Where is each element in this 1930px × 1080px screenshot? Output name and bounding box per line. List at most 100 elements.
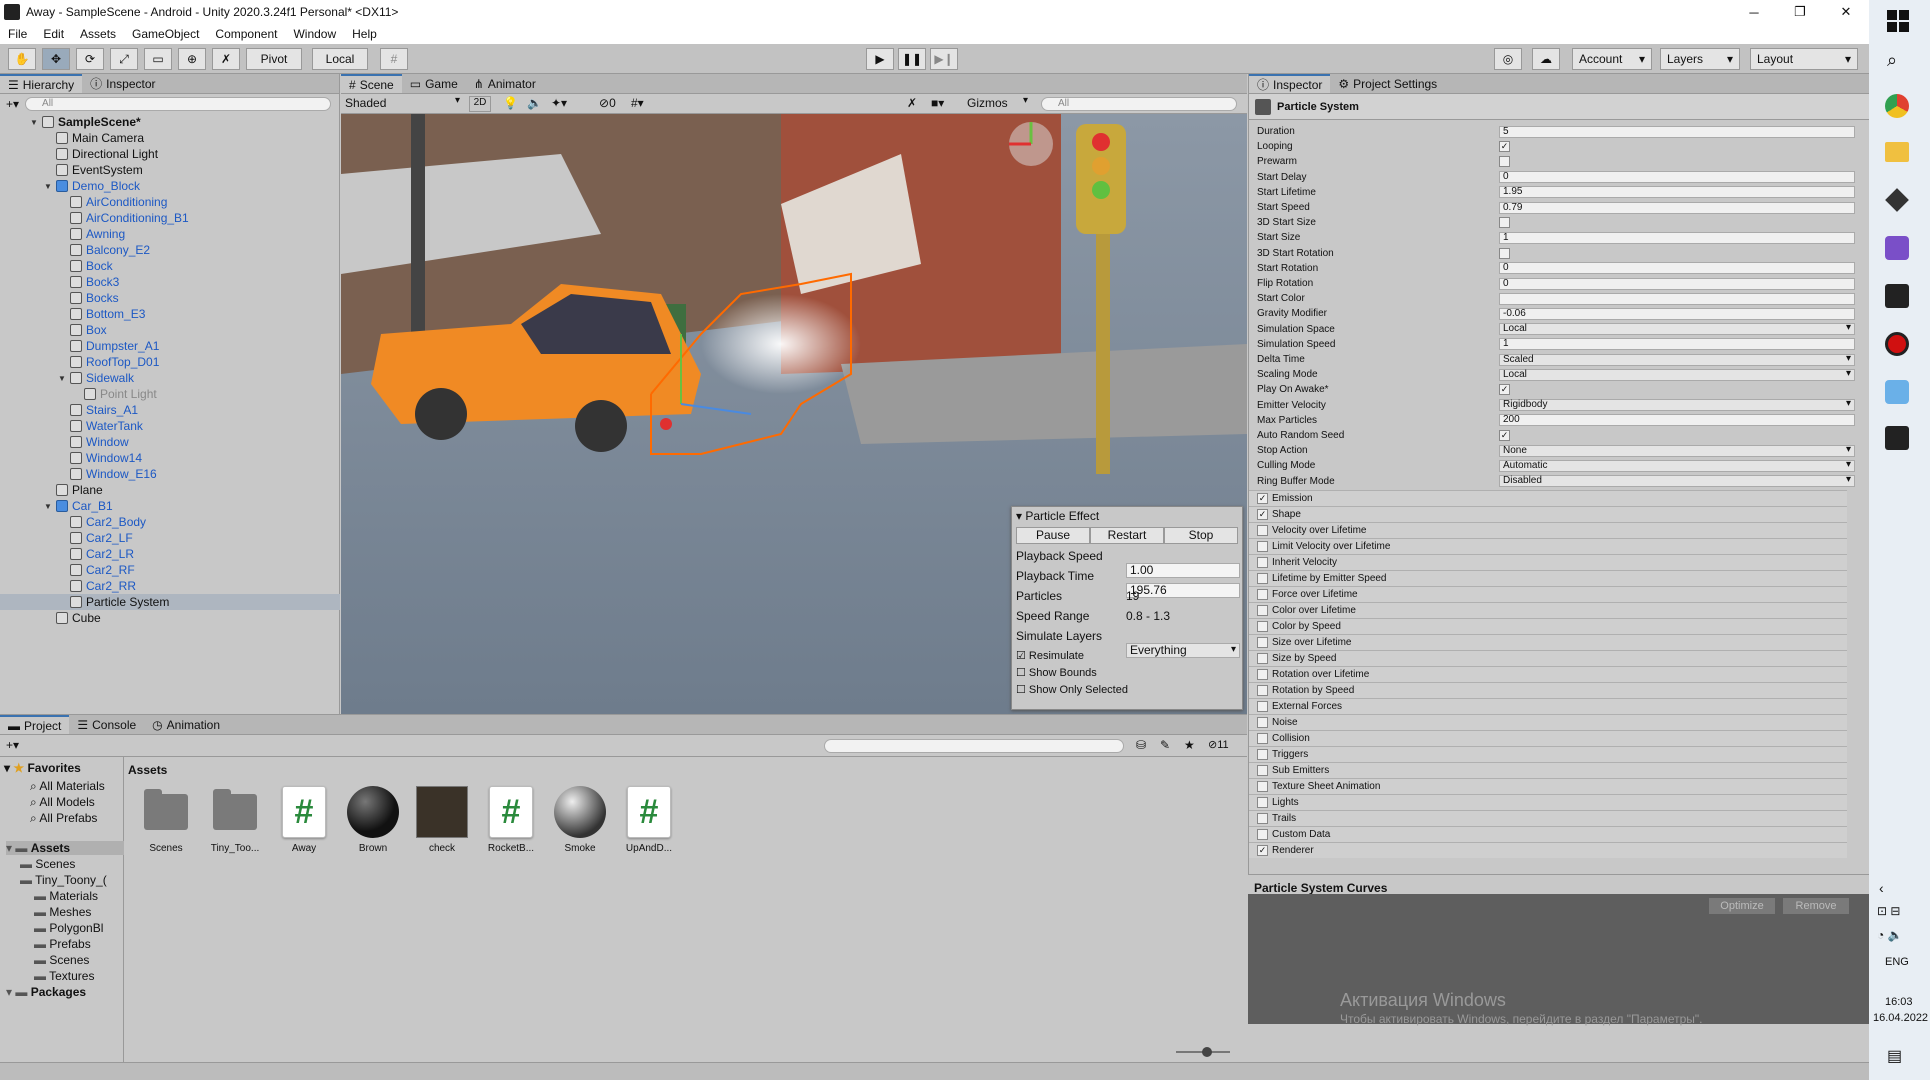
- tab-inspector[interactable]: ⓘ Inspector: [1249, 74, 1331, 93]
- hierarchy-item[interactable]: ▼ Demo_Block: [0, 178, 340, 194]
- module-row[interactable]: Color by Speed: [1249, 618, 1847, 634]
- inspector-checkbox[interactable]: [1499, 217, 1510, 229]
- gizmos-dropdown[interactable]: Gizmos: [967, 95, 1031, 112]
- grid-snap-button[interactable]: #: [380, 48, 408, 70]
- hierarchy-item[interactable]: Box: [0, 322, 340, 338]
- module-checkbox[interactable]: [1257, 541, 1268, 552]
- chrome-icon[interactable]: [1885, 94, 1909, 118]
- hierarchy-item[interactable]: Awning: [0, 226, 340, 242]
- inspector-dropdown[interactable]: Automatic: [1499, 459, 1855, 472]
- hierarchy-item[interactable]: AirConditioning_B1: [0, 210, 340, 226]
- remove-button[interactable]: Remove: [1783, 898, 1849, 914]
- asset-item[interactable]: Scenes: [134, 785, 198, 854]
- module-checkbox[interactable]: [1257, 797, 1268, 808]
- hierarchy-item[interactable]: Plane: [0, 482, 340, 498]
- expand-arrow-icon[interactable]: ▼: [30, 118, 40, 127]
- asset-item[interactable]: Smoke: [548, 785, 612, 854]
- project-folder-item[interactable]: ▬ Meshes: [34, 905, 124, 919]
- step-button[interactable]: ▶❙: [930, 48, 958, 70]
- hierarchy-item[interactable]: Bock3: [0, 274, 340, 290]
- module-checkbox[interactable]: [1257, 669, 1268, 680]
- pivot-toggle[interactable]: Pivot: [246, 48, 302, 70]
- zoom-slider[interactable]: [1176, 1047, 1230, 1057]
- tools-icon[interactable]: ✗: [907, 96, 917, 110]
- module-checkbox[interactable]: [1257, 717, 1268, 728]
- optimize-button[interactable]: Optimize: [1709, 898, 1775, 914]
- inspector-input[interactable]: -0.06: [1499, 307, 1855, 320]
- inspector-input[interactable]: 0: [1499, 277, 1855, 290]
- module-row[interactable]: Lifetime by Emitter Speed: [1249, 570, 1847, 586]
- file-explorer-icon[interactable]: [1885, 142, 1909, 162]
- minimize-button[interactable]: ─: [1731, 0, 1777, 24]
- hierarchy-item[interactable]: Car2_LF: [0, 530, 340, 546]
- hierarchy-item[interactable]: Car2_LR: [0, 546, 340, 562]
- inspector-dropdown[interactable]: Disabled: [1499, 475, 1855, 488]
- menu-window[interactable]: Window: [285, 27, 344, 41]
- 2d-toggle[interactable]: 2D: [469, 96, 491, 112]
- inspector-input[interactable]: 1: [1499, 338, 1855, 351]
- pe-restart-button[interactable]: Restart: [1090, 527, 1164, 544]
- inspector-dropdown[interactable]: Local: [1499, 368, 1855, 381]
- pe-stop-button[interactable]: Stop: [1164, 527, 1238, 544]
- menu-gameobject[interactable]: GameObject: [124, 27, 207, 41]
- play-button[interactable]: ▶: [866, 48, 894, 70]
- module-checkbox[interactable]: [1257, 621, 1268, 632]
- project-folder-item[interactable]: ▬ Prefabs: [34, 937, 124, 951]
- hierarchy-item[interactable]: Window_E16: [0, 466, 340, 482]
- module-row[interactable]: External Forces: [1249, 698, 1847, 714]
- layout-dropdown[interactable]: Layout ▾: [1750, 48, 1858, 70]
- project-folder-item[interactable]: ▾ ▬ Packages: [6, 985, 124, 999]
- module-row[interactable]: Inherit Velocity: [1249, 554, 1847, 570]
- module-checkbox[interactable]: [1257, 589, 1268, 600]
- clock-date[interactable]: 16.04.2022: [1873, 1012, 1928, 1024]
- inspector-input[interactable]: 200: [1499, 414, 1855, 427]
- rect-tool-button[interactable]: ▭: [144, 48, 172, 70]
- tab-animator[interactable]: ⋔ Animator: [465, 74, 544, 93]
- inspector-dropdown[interactable]: Rigidbody: [1499, 399, 1855, 412]
- module-checkbox[interactable]: [1257, 829, 1268, 840]
- module-checkbox[interactable]: [1257, 749, 1268, 760]
- project-folder-item[interactable]: ▾ ▬ Assets: [6, 841, 124, 855]
- inspector-checkbox[interactable]: ✓: [1499, 430, 1510, 441]
- add-icon[interactable]: +▾: [6, 738, 19, 752]
- favorite-item[interactable]: ⌕ All Models: [30, 795, 95, 810]
- expand-arrow-icon[interactable]: ▼: [44, 182, 54, 191]
- module-row[interactable]: Triggers: [1249, 746, 1847, 762]
- component-header[interactable]: Particle System: [1249, 94, 1869, 120]
- module-checkbox[interactable]: [1257, 813, 1268, 824]
- language-indicator[interactable]: ENG: [1885, 956, 1909, 968]
- transform-tool-button[interactable]: ⊕: [178, 48, 206, 70]
- hierarchy-item[interactable]: Window14: [0, 450, 340, 466]
- hierarchy-item[interactable]: Directional Light: [0, 146, 340, 162]
- filter-type-icon[interactable]: ⛁: [1136, 738, 1146, 752]
- menu-edit[interactable]: Edit: [35, 27, 72, 41]
- pe-show-only-selected-row[interactable]: ☐ Show Only Selected: [1016, 683, 1248, 699]
- module-checkbox[interactable]: [1257, 781, 1268, 792]
- tab-project[interactable]: ▬ Project: [0, 715, 70, 734]
- inspector-input[interactable]: 5: [1499, 125, 1855, 138]
- module-checkbox[interactable]: [1257, 573, 1268, 584]
- cloud-icon[interactable]: ☁: [1532, 48, 1560, 70]
- hierarchy-item[interactable]: ▼ Car_B1: [0, 498, 340, 514]
- module-row[interactable]: Noise: [1249, 714, 1847, 730]
- hierarchy-item[interactable]: Point Light: [0, 386, 340, 402]
- scene-search-input[interactable]: All: [1041, 97, 1237, 111]
- module-checkbox[interactable]: [1257, 701, 1268, 712]
- zoom-slider-handle[interactable]: [1202, 1047, 1212, 1057]
- asset-item[interactable]: Tiny_Too...: [203, 785, 267, 854]
- tab-console[interactable]: ☰ Console: [69, 715, 145, 734]
- hand-tool-button[interactable]: ✋: [8, 48, 36, 70]
- local-toggle[interactable]: Local: [312, 48, 368, 70]
- grid-toggle-icon[interactable]: #▾: [631, 96, 644, 110]
- inspector-checkbox[interactable]: ✓: [1499, 384, 1510, 396]
- tab-inspector-left[interactable]: ⓘ Inspector: [82, 74, 164, 93]
- asset-item[interactable]: # RocketB...: [479, 785, 543, 854]
- hierarchy-item[interactable]: Car2_RF: [0, 562, 340, 578]
- module-checkbox[interactable]: [1257, 653, 1268, 664]
- inspector-dropdown[interactable]: Local: [1499, 323, 1855, 336]
- module-checkbox[interactable]: [1257, 557, 1268, 568]
- inspector-input[interactable]: [1499, 292, 1855, 305]
- menu-component[interactable]: Component: [207, 27, 285, 41]
- module-checkbox[interactable]: [1257, 605, 1268, 616]
- scale-tool-button[interactable]: ⤢: [110, 48, 138, 70]
